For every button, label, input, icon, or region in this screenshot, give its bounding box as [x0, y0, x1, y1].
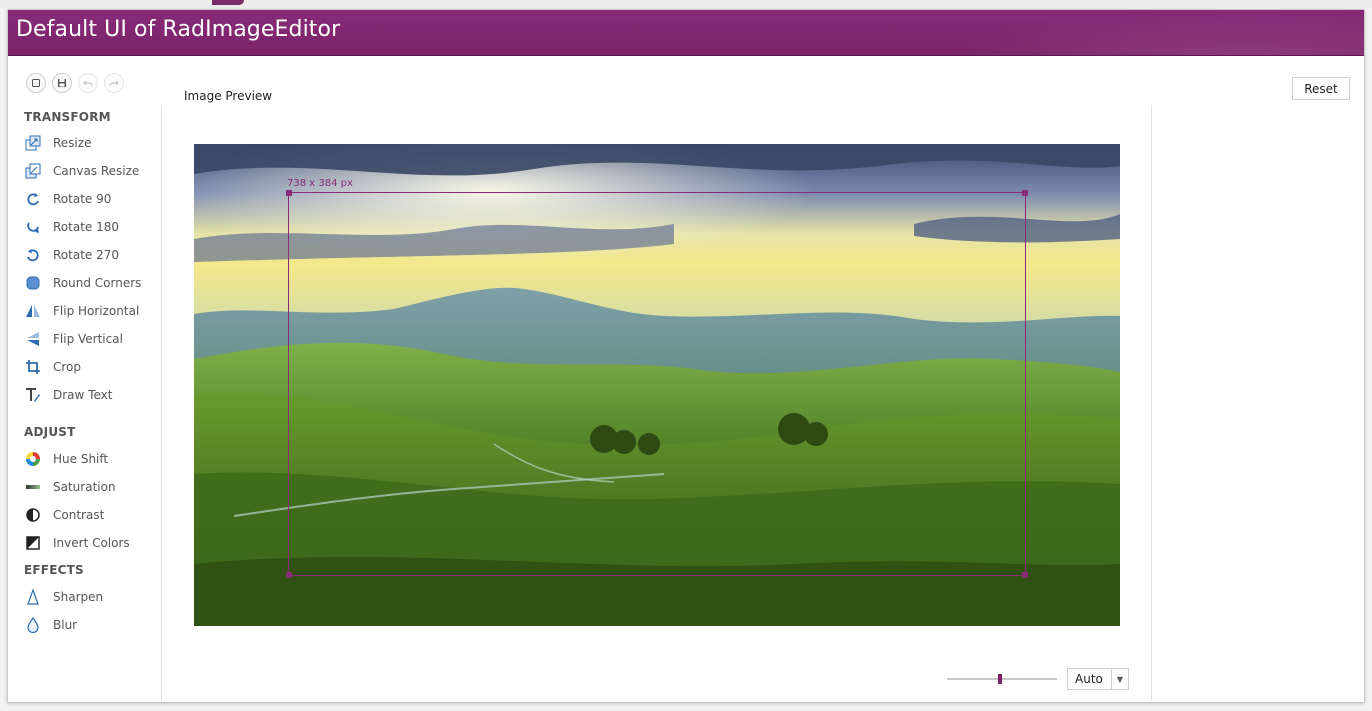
- crop-size-label: 738 x 384 px: [287, 178, 353, 189]
- tools-sidebar: TRANSFORM Resize Canvas Resize Rotate 90…: [8, 105, 162, 701]
- reset-button[interactable]: Reset: [1292, 77, 1350, 100]
- tool-label: Flip Vertical: [53, 332, 123, 346]
- flip-horizontal-icon: [24, 302, 42, 320]
- saturation-icon: [24, 478, 42, 496]
- tool-label: Resize: [53, 136, 92, 150]
- editor-window: Default UI of RadImageEditor TRANSFORM R…: [7, 9, 1365, 703]
- redo-button[interactable]: [104, 73, 124, 93]
- image-canvas-area: 738 x 384 px: [162, 105, 1152, 701]
- draw-text-icon: [24, 386, 42, 404]
- tool-flip-horizontal[interactable]: Flip Horizontal: [24, 300, 154, 322]
- tool-draw-text[interactable]: Draw Text: [24, 384, 154, 406]
- tool-label: Contrast: [53, 508, 105, 522]
- tool-resize[interactable]: Resize: [24, 132, 154, 154]
- tool-round-corners[interactable]: Round Corners: [24, 272, 154, 294]
- hue-shift-icon: [24, 450, 42, 468]
- tool-label: Saturation: [53, 480, 116, 494]
- tool-label: Rotate 180: [53, 220, 120, 234]
- round-corners-icon: [24, 274, 42, 292]
- tool-label: Rotate 90: [53, 192, 112, 206]
- chevron-down-icon[interactable]: ▼: [1111, 669, 1128, 689]
- tool-saturation[interactable]: Saturation: [24, 476, 154, 498]
- tool-invert-colors[interactable]: Invert Colors: [24, 532, 154, 554]
- tool-label: Crop: [53, 360, 82, 374]
- rotate-90-icon: [24, 190, 42, 208]
- crop-selection[interactable]: 738 x 384 px: [286, 178, 1028, 578]
- zoom-value: Auto: [1075, 672, 1103, 686]
- undo-icon: [83, 80, 93, 87]
- canvas-resize-icon: [24, 162, 42, 180]
- tool-contrast[interactable]: Contrast: [24, 504, 154, 526]
- tool-label: Round Corners: [53, 276, 142, 290]
- title-bar-decoration: [884, 10, 1364, 55]
- tool-flip-vertical[interactable]: Flip Vertical: [24, 328, 154, 350]
- save-button[interactable]: [52, 73, 72, 93]
- app-title: Default UI of RadImageEditor: [16, 17, 341, 42]
- open-icon: [32, 79, 40, 87]
- tool-label: Hue Shift: [53, 452, 109, 466]
- tool-label: Canvas Resize: [53, 164, 140, 178]
- section-title-effects: EFFECTS: [24, 563, 84, 577]
- invert-colors-icon: [24, 534, 42, 552]
- blur-icon: [24, 616, 42, 634]
- title-bar: Default UI of RadImageEditor: [8, 10, 1364, 56]
- zoom-dropdown[interactable]: Auto ▼: [1067, 668, 1129, 690]
- rotate-270-icon: [24, 246, 42, 264]
- crop-handle-top-right[interactable]: [1022, 190, 1028, 196]
- top-tab-marker: [212, 0, 244, 5]
- tool-blur[interactable]: Blur: [24, 614, 154, 636]
- top-strip: [0, 0, 1372, 8]
- tool-rotate-270[interactable]: Rotate 270: [24, 244, 154, 266]
- crop-icon: [24, 358, 42, 376]
- contrast-icon: [24, 506, 42, 524]
- zoom-slider-track[interactable]: [947, 678, 1057, 680]
- tool-sharpen[interactable]: Sharpen: [24, 586, 154, 608]
- crop-handle-bottom-left[interactable]: [286, 572, 292, 578]
- crop-handle-bottom-right[interactable]: [1022, 572, 1028, 578]
- tool-label: Flip Horizontal: [53, 304, 140, 318]
- tool-label: Blur: [53, 618, 78, 632]
- preview-image[interactable]: 738 x 384 px: [194, 144, 1120, 626]
- tool-canvas-resize[interactable]: Canvas Resize: [24, 160, 154, 182]
- image-preview-label: Image Preview: [184, 89, 273, 103]
- tool-label: Draw Text: [53, 388, 113, 402]
- rotate-180-icon: [24, 218, 42, 236]
- zoom-slider-thumb[interactable]: [998, 674, 1002, 684]
- redo-icon: [109, 80, 119, 87]
- tool-hue-shift[interactable]: Hue Shift: [24, 448, 154, 470]
- save-icon: [58, 79, 66, 87]
- section-title-transform: TRANSFORM: [24, 110, 111, 124]
- tool-rotate-90[interactable]: Rotate 90: [24, 188, 154, 210]
- tool-label: Invert Colors: [53, 536, 130, 550]
- open-button[interactable]: [26, 73, 46, 93]
- section-title-adjust: ADJUST: [24, 425, 76, 439]
- tool-crop[interactable]: Crop: [24, 356, 154, 378]
- tool-label: Sharpen: [53, 590, 104, 604]
- undo-button[interactable]: [78, 73, 98, 93]
- tool-label: Rotate 270: [53, 248, 120, 262]
- sharpen-icon: [24, 588, 42, 606]
- flip-vertical-icon: [24, 330, 42, 348]
- tool-rotate-180[interactable]: Rotate 180: [24, 216, 154, 238]
- crop-handle-top-left[interactable]: [286, 190, 292, 196]
- resize-icon: [24, 134, 42, 152]
